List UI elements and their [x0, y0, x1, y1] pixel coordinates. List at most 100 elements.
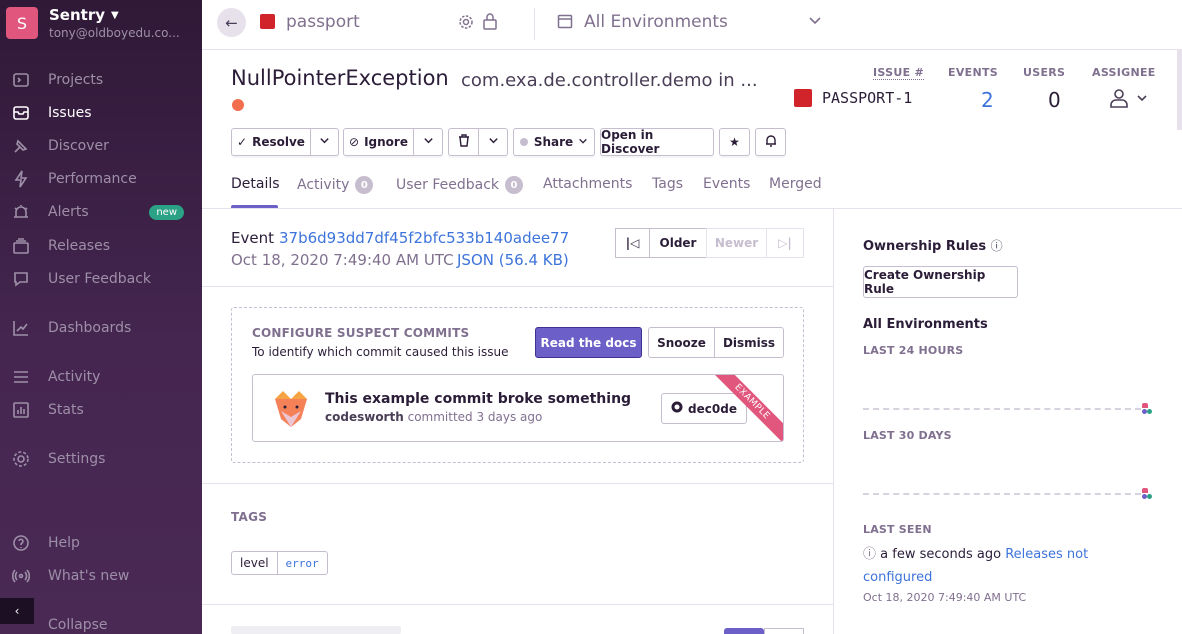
- release-marker-icon[interactable]: [1142, 488, 1154, 500]
- sidebar-item-label: Releases: [48, 238, 110, 254]
- tab-user-feedback[interactable]: User Feedback 0: [396, 176, 524, 194]
- lock-icon[interactable]: [482, 13, 498, 34]
- tab-label: User Feedback: [396, 177, 500, 193]
- sidebar-item-discover[interactable]: Discover: [0, 131, 202, 161]
- oldest-event-button[interactable]: |◁: [615, 228, 650, 258]
- dismiss-button[interactable]: Dismiss: [714, 327, 784, 358]
- sidebar-item-settings[interactable]: Settings: [0, 444, 202, 474]
- chevron-down-icon: [319, 135, 330, 149]
- assignee-label: ASSIGNEE: [1092, 66, 1156, 79]
- chevron-down-icon[interactable]: [808, 14, 822, 32]
- sidebar-item-performance[interactable]: Performance: [0, 164, 202, 194]
- event-id-link[interactable]: 37b6d93dd7df45f2bfc533b140adee77: [279, 229, 569, 247]
- tab-details[interactable]: Details: [231, 176, 280, 192]
- commit-message: This example commit broke something: [325, 391, 632, 407]
- tab-tags[interactable]: Tags: [652, 176, 683, 192]
- ignore-dropdown-button[interactable]: [414, 128, 443, 156]
- org-email: tony@oldboyedu.co...: [49, 26, 180, 40]
- org-switcher[interactable]: S Sentry ▼ tony@oldboyedu.co...: [6, 6, 180, 40]
- create-ownership-rule-button[interactable]: Create Ownership Rule: [863, 266, 1018, 298]
- issue-short-id: PASSPORT-1: [794, 89, 912, 107]
- tab-label: Details: [231, 176, 280, 192]
- resolve-dropdown-button[interactable]: [311, 128, 339, 156]
- users-label: USERS: [1023, 66, 1066, 79]
- last-seen-ago: a few seconds ago: [880, 547, 1002, 562]
- tab-label: Merged: [769, 176, 822, 192]
- event-json-link[interactable]: JSON (56.4 KB): [457, 251, 569, 269]
- sidebar-item-label: User Feedback: [48, 271, 152, 287]
- snooze-button[interactable]: Snooze: [648, 327, 715, 358]
- newest-event-button[interactable]: ▷|: [766, 228, 804, 258]
- back-button[interactable]: ←: [217, 8, 246, 37]
- collapse-toggle[interactable]: ‹: [0, 598, 34, 624]
- share-status-dot: [519, 138, 528, 146]
- toggle-button[interactable]: [764, 628, 804, 634]
- sidebar-item-user-feedback[interactable]: User Feedback: [0, 264, 202, 294]
- open-in-discover-button[interactable]: Open in Discover: [600, 128, 714, 156]
- sidebar: S Sentry ▼ tony@oldboyedu.co... Projects …: [0, 0, 202, 634]
- arrow-left-icon: ←: [225, 13, 238, 32]
- commit-sha-button[interactable]: dec0de: [661, 393, 747, 424]
- sidebar-item-label: Collapse: [48, 617, 108, 633]
- events-count[interactable]: 2: [981, 88, 994, 112]
- environment-selector[interactable]: All Environments: [584, 12, 728, 32]
- question-icon[interactable]: ⓘ: [991, 239, 1003, 253]
- ownership-rules-label: Ownership Rules: [863, 239, 987, 254]
- bookmark-button[interactable]: ★: [719, 128, 750, 156]
- user-icon: [1108, 88, 1130, 112]
- ignore-button[interactable]: ⊘ Ignore: [343, 128, 414, 156]
- sidebar-item-releases[interactable]: Releases: [0, 231, 202, 261]
- gear-icon[interactable]: [458, 14, 474, 34]
- event-label: Event: [231, 229, 274, 247]
- tag-key: level: [232, 552, 278, 574]
- sidebar-item-help[interactable]: Help: [0, 528, 202, 558]
- newer-event-button[interactable]: Newer: [706, 228, 767, 258]
- error-level-indicator: [232, 99, 244, 111]
- project-name[interactable]: passport: [286, 12, 360, 32]
- issue-culprit: com.exa.de.controller.demo in ...: [461, 70, 758, 91]
- trash-icon: [458, 134, 470, 150]
- tags-section-title: TAGS: [231, 510, 268, 524]
- sidebar-item-whats-new[interactable]: What's new: [0, 561, 202, 591]
- chevron-down-icon: [423, 135, 434, 149]
- sidebar-item-activity[interactable]: Activity: [0, 362, 202, 392]
- issues-icon: [10, 104, 32, 122]
- delete-dropdown-button[interactable]: [479, 128, 508, 156]
- release-marker-icon[interactable]: [1142, 403, 1154, 415]
- org-name: Sentry: [49, 6, 106, 24]
- tab-count-badge: 0: [355, 176, 374, 194]
- sidebar-item-alerts[interactable]: Alerts new: [0, 197, 202, 227]
- sidebar-item-label: Alerts: [48, 204, 89, 220]
- tab-events[interactable]: Events: [703, 176, 750, 192]
- older-event-button[interactable]: Older: [649, 228, 707, 258]
- resolve-button[interactable]: ✓ Resolve: [231, 128, 311, 156]
- tab-attachments[interactable]: Attachments: [543, 176, 632, 192]
- activity-icon: [10, 368, 32, 386]
- scrollbar[interactable]: [1177, 50, 1182, 130]
- tab-count-badge: 0: [505, 176, 524, 194]
- toggle-button[interactable]: [724, 628, 764, 634]
- tab-activity[interactable]: Activity 0: [297, 176, 374, 194]
- assignee-selector[interactable]: [1108, 88, 1148, 112]
- last-30-days-chart[interactable]: [863, 493, 1141, 495]
- sidebar-item-dashboards[interactable]: Dashboards: [0, 313, 202, 343]
- sidebar-item-stats[interactable]: Stats: [0, 395, 202, 425]
- sidebar-item-issues[interactable]: Issues: [0, 98, 202, 128]
- last-seen-label: LAST SEEN: [863, 523, 932, 536]
- ignore-icon: ⊘: [349, 135, 360, 149]
- delete-button[interactable]: [448, 128, 479, 156]
- sidebar-item-label: Dashboards: [48, 320, 132, 336]
- last-24-hours-chart[interactable]: [863, 408, 1141, 410]
- chevron-down-icon: [488, 135, 499, 149]
- performance-icon: [10, 170, 32, 188]
- sidebar-item-projects[interactable]: Projects: [0, 65, 202, 95]
- tag-pill[interactable]: level error: [231, 551, 328, 575]
- tab-merged[interactable]: Merged: [769, 176, 822, 192]
- sidebar-item-label: Projects: [48, 72, 104, 88]
- share-button[interactable]: Share: [513, 128, 595, 156]
- divider: [202, 286, 833, 287]
- last-page-icon: ▷|: [778, 236, 792, 250]
- read-docs-button[interactable]: Read the docs: [535, 327, 642, 358]
- discover-icon: [10, 137, 32, 155]
- subscribe-button[interactable]: [755, 128, 786, 156]
